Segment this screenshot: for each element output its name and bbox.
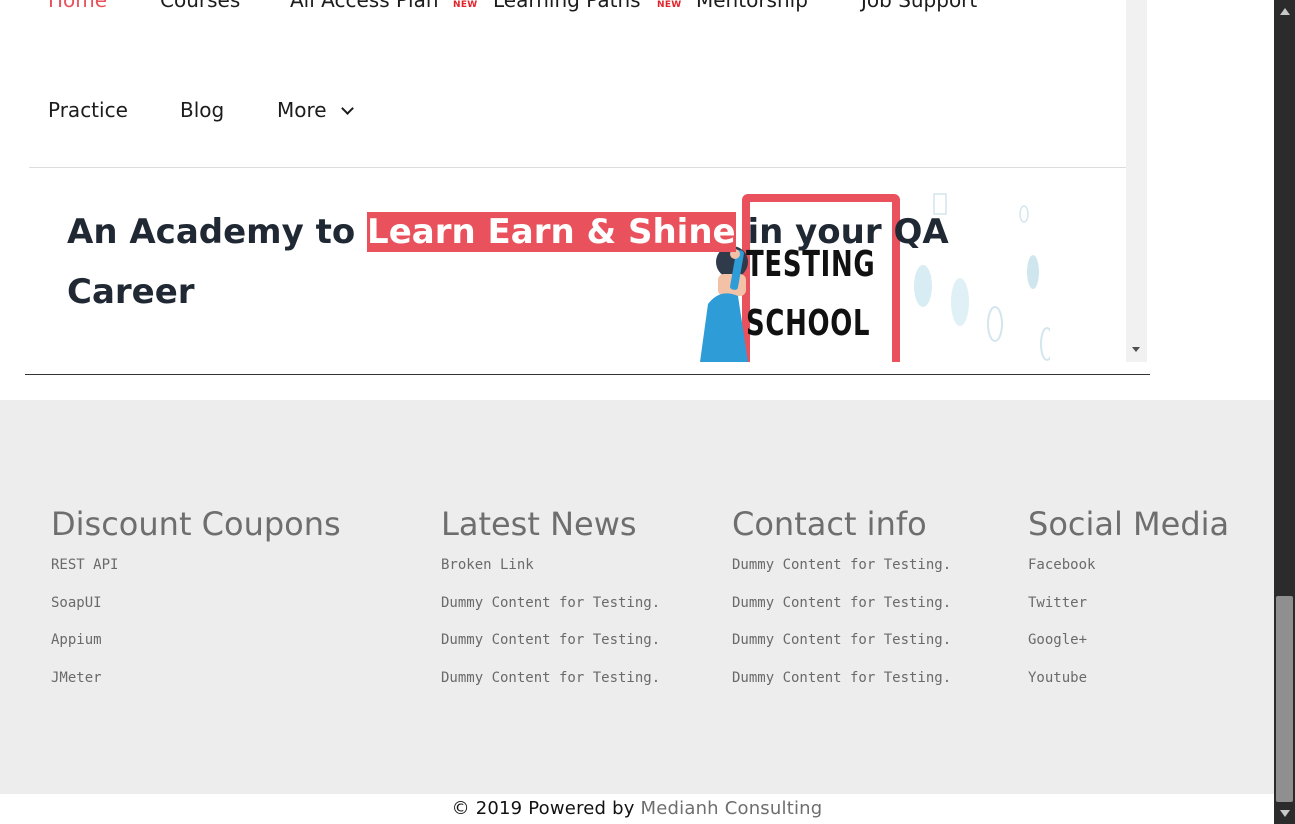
footer-col-title: Latest News <box>441 505 637 543</box>
footer-link[interactable]: Dummy Content for Testing. <box>732 631 951 669</box>
nav-learning-paths[interactable]: Learning Paths <box>493 0 641 10</box>
footer-link[interactable]: Dummy Content for Testing. <box>441 594 660 632</box>
footer: Discount Coupons REST API SoapUI Appium … <box>0 400 1274 794</box>
nav-more[interactable]: More <box>277 100 327 120</box>
footer-link[interactable]: SoapUI <box>51 594 341 632</box>
footer-col-social-media: Social Media Facebook Twitter Google+ Yo… <box>1028 504 1229 706</box>
footer-link-google-plus[interactable]: Google+ <box>1028 631 1229 669</box>
iframe-border <box>25 374 1150 375</box>
nav-home[interactable]: Home <box>48 0 107 10</box>
footer-link[interactable]: JMeter <box>51 669 341 707</box>
scroll-up-icon[interactable] <box>1280 8 1290 15</box>
nav-all-access-plan[interactable]: All Access Plan <box>290 0 439 10</box>
footer-col-title: Discount Coupons <box>51 505 341 543</box>
copyright-text: © 2019 Powered by <box>451 798 641 819</box>
nav-divider <box>29 167 1126 168</box>
footer-col-latest-news: Latest News Broken Link Dummy Content fo… <box>441 504 660 706</box>
footer-link[interactable]: REST API <box>51 556 341 594</box>
nav-courses[interactable]: Courses <box>160 0 240 10</box>
hero-highlight: Learn Earn & Shine <box>367 212 736 252</box>
footer-link-youtube[interactable]: Youtube <box>1028 669 1229 707</box>
embedded-iframe[interactable]: Home Courses All Access Plan NEW Learnin… <box>25 0 1147 362</box>
footer-col-contact-info: Contact info Dummy Content for Testing. … <box>732 504 951 706</box>
footer-col-discount-coupons: Discount Coupons REST API SoapUI Appium … <box>51 504 341 706</box>
new-badge: NEW <box>657 0 682 10</box>
copyright-brand-link[interactable]: Medianh Consulting <box>641 798 823 819</box>
scroll-down-icon[interactable] <box>1132 347 1140 352</box>
scrollbar-thumb[interactable] <box>1276 596 1293 802</box>
nav-job-support[interactable]: Job Support <box>861 0 977 10</box>
footer-link-facebook[interactable]: Facebook <box>1028 556 1229 594</box>
hero-prefix: An Academy to <box>67 212 368 252</box>
footer-link-twitter[interactable]: Twitter <box>1028 594 1229 632</box>
copyright: © 2019 Powered by Medianh Consulting <box>0 794 1274 824</box>
page: Home Courses All Access Plan NEW Learnin… <box>0 0 1274 824</box>
nav-mentorship[interactable]: Mentorship <box>696 0 808 10</box>
chevron-down-icon <box>341 102 354 115</box>
footer-link[interactable]: Dummy Content for Testing. <box>732 594 951 632</box>
footer-col-title: Social Media <box>1028 505 1230 543</box>
new-badge: NEW <box>453 0 478 10</box>
footer-link[interactable]: Dummy Content for Testing. <box>732 669 951 707</box>
footer-col-title: Contact info <box>732 505 927 543</box>
scroll-down-icon[interactable] <box>1280 810 1290 817</box>
footer-link[interactable]: Dummy Content for Testing. <box>441 669 660 707</box>
footer-link[interactable]: Appium <box>51 631 341 669</box>
iframe-scrollbar[interactable] <box>1126 0 1147 362</box>
hero-heading: An Academy to Learn Earn & Shine in your… <box>67 202 1067 322</box>
footer-link[interactable]: Dummy Content for Testing. <box>732 556 951 594</box>
footer-link[interactable]: Dummy Content for Testing. <box>441 631 660 669</box>
nav-blog[interactable]: Blog <box>180 100 224 120</box>
nav-practice[interactable]: Practice <box>48 100 128 120</box>
footer-link[interactable]: Broken Link <box>441 556 660 594</box>
